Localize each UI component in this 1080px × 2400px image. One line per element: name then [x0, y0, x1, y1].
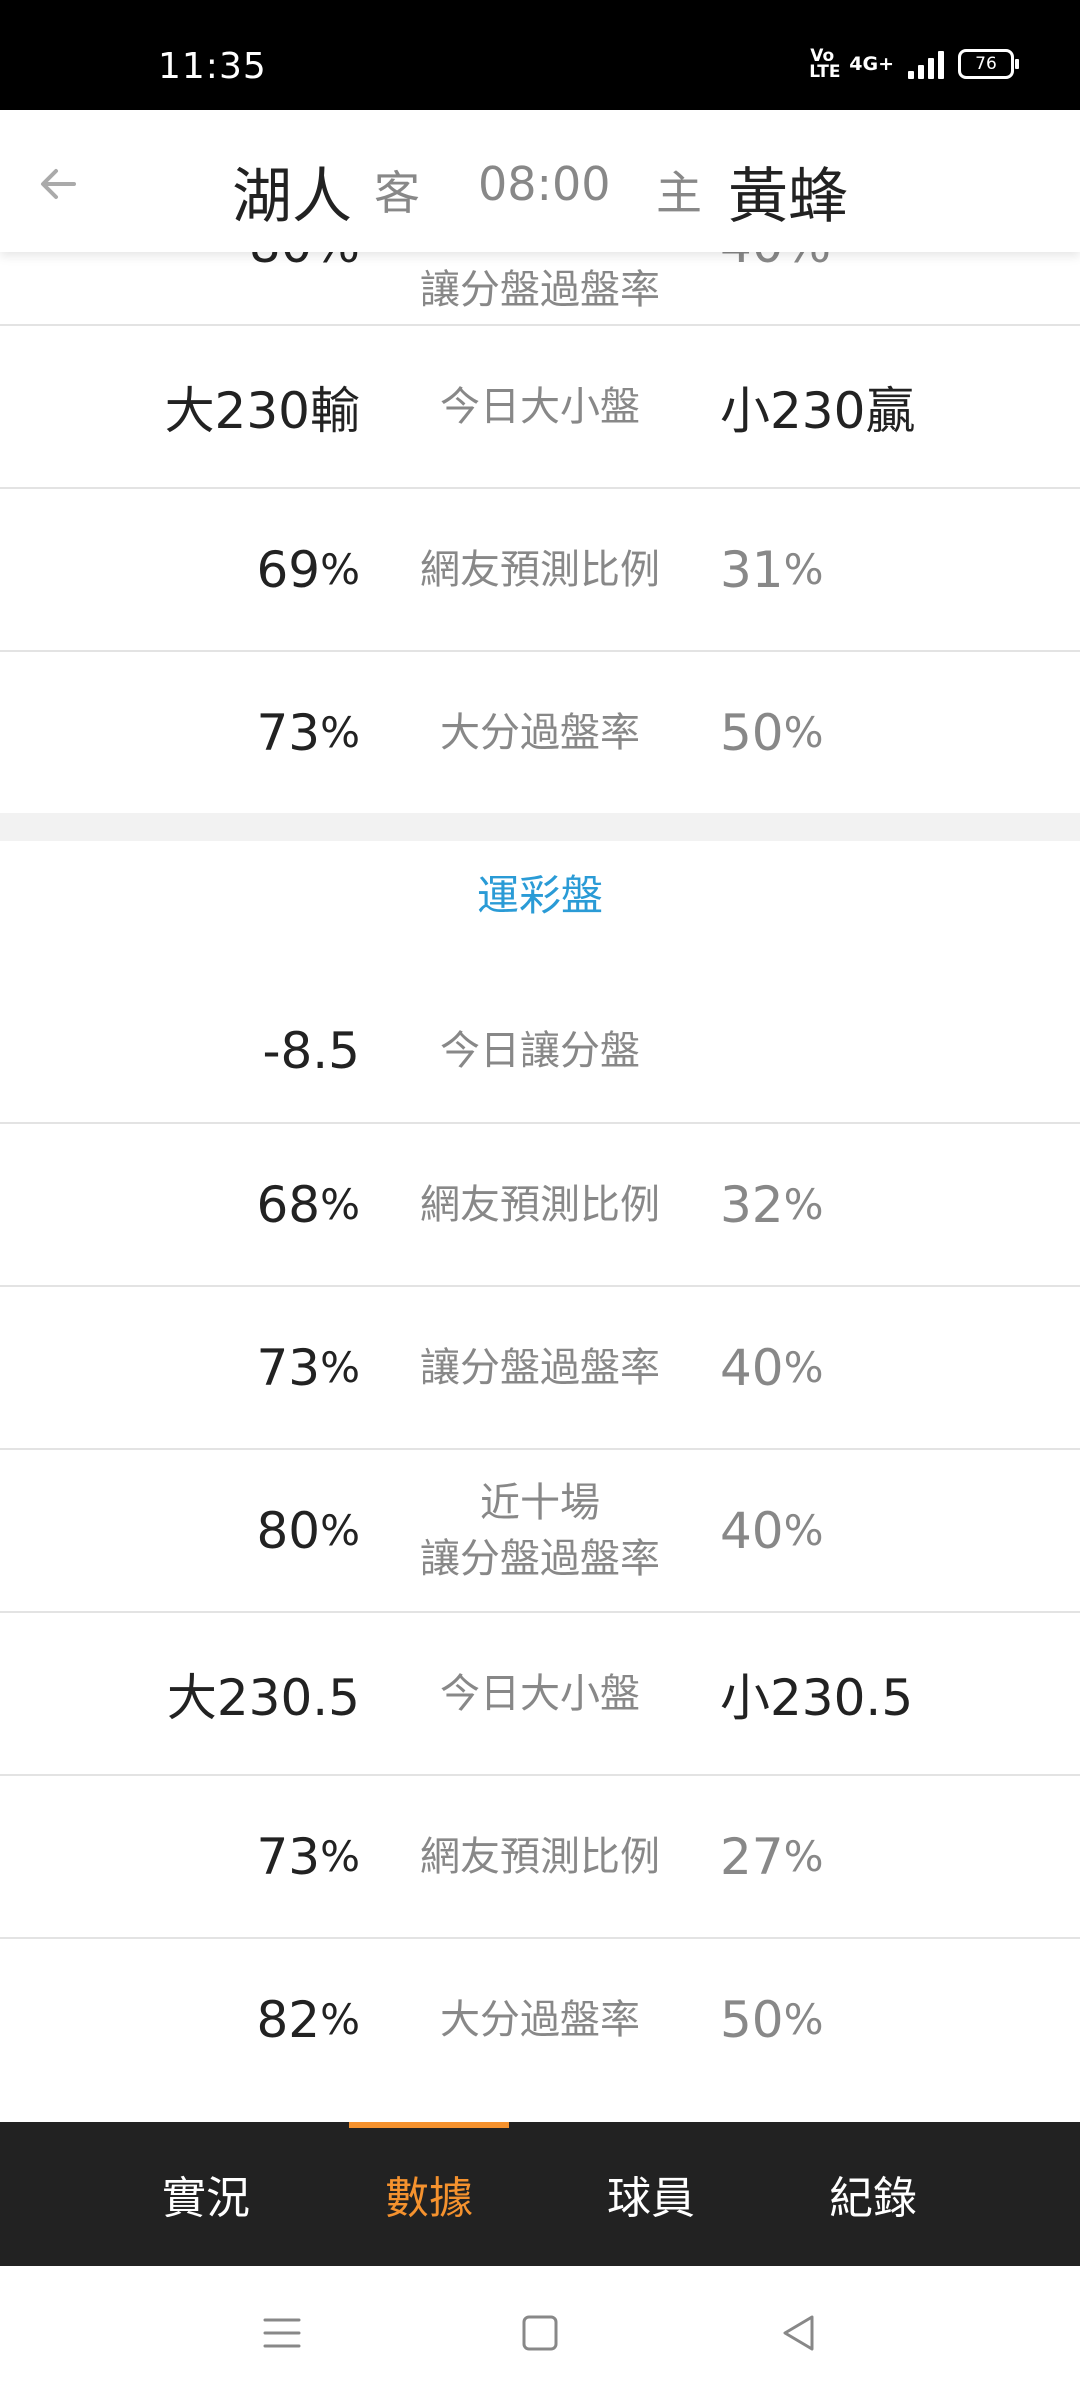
status-bar: 11:35 Vo LTE 4G+ 76: [0, 0, 1080, 110]
stat-label: 近十場 讓分盤過盤率: [380, 1450, 700, 1611]
away-value: 68%: [256, 1175, 360, 1234]
stat-label: 網友預測比例: [420, 546, 660, 593]
away-value: 73%: [256, 703, 360, 762]
home-value: 50%: [720, 703, 824, 762]
stat-label: 大分過盤率: [440, 1996, 640, 2043]
stat-label: 網友預測比例: [420, 1181, 660, 1228]
home-value: 40%: [720, 1338, 824, 1397]
away-value: 大230.5: [166, 1668, 360, 1727]
stat-row-prediction: 68% 網友預測比例 32%: [0, 1124, 1080, 1287]
stat-label: 大分過盤率: [440, 709, 640, 756]
system-nav-bar: [0, 2266, 1080, 2400]
home-value: 32%: [720, 1175, 824, 1234]
stat-row-prediction: 69% 網友預測比例 31%: [0, 489, 1080, 652]
away-value: 69%: [256, 540, 360, 599]
stat-label: 網友預測比例: [420, 1833, 660, 1880]
away-value: -8.5: [262, 1021, 360, 1080]
tab-data[interactable]: 數據: [319, 2122, 539, 2266]
stat-label: 今日大小盤: [440, 1670, 640, 1717]
away-value: 82%: [256, 1990, 360, 2049]
tab-records[interactable]: 紀錄: [763, 2122, 983, 2266]
stat-label: 讓分盤過盤率: [420, 1344, 660, 1391]
away-value: 73%: [256, 1338, 360, 1397]
home-value: 40%: [720, 1501, 824, 1560]
away-value: 73%: [256, 1827, 360, 1886]
menu-icon[interactable]: [259, 2310, 305, 2356]
signal-icon: [908, 49, 944, 79]
stat-row-total-line: 大230.5 今日大小盤 小230.5: [0, 1613, 1080, 1776]
stat-row-total-line: 大230輸 今日大小盤 小230贏: [0, 326, 1080, 489]
away-value: 80%: [256, 1501, 360, 1560]
stat-label: 今日大小盤: [440, 383, 640, 430]
stat-row-last-ten-spread-rate: 80% 近十場 讓分盤過盤率 40%: [0, 1450, 1080, 1613]
stat-row-spread: -8.5 今日讓分盤: [0, 943, 1080, 1124]
section-title: 運彩盤: [476, 870, 603, 920]
stats-content: 80% 讓分盤過盤率 40% 大230輸 今日大小盤 小230贏 69% 網友預…: [0, 180, 1080, 2100]
away-tag: 客: [374, 166, 420, 220]
home-square-icon[interactable]: [517, 2310, 563, 2356]
home-team-name: 黃蜂: [728, 162, 848, 232]
match-time: 08:00: [478, 157, 611, 211]
back-triangle-icon[interactable]: [776, 2310, 822, 2356]
away-team-name: 湖人: [232, 162, 352, 232]
back-arrow-icon[interactable]: [34, 160, 82, 208]
stat-row-prediction: 73% 網友預測比例 27%: [0, 1776, 1080, 1939]
stat-label: 讓分盤過盤率: [420, 267, 660, 313]
home-value: 小230贏: [720, 381, 916, 440]
tab-players[interactable]: 球員: [541, 2122, 761, 2266]
home-tag: 主: [656, 166, 702, 220]
stat-label: 今日讓分盤: [440, 1027, 640, 1074]
home-value: 31%: [720, 540, 824, 599]
stat-label-line2: 讓分盤過盤率: [420, 1535, 660, 1582]
stat-label-line1: 近十場: [480, 1479, 600, 1526]
battery-icon: 76: [958, 49, 1019, 79]
home-value: 27%: [720, 1827, 824, 1886]
home-value: 小230.5: [720, 1668, 914, 1727]
stat-row-over-rate: 82% 大分過盤率 50%: [0, 1939, 1080, 2100]
tab-bar: 實況 數據 球員 紀錄: [0, 2122, 1080, 2266]
network-type: 4G+: [849, 53, 894, 75]
home-value: 50%: [720, 1990, 824, 2049]
stat-row-over-rate: 73% 大分過盤率 50%: [0, 652, 1080, 813]
volte-icon: Vo LTE: [809, 46, 841, 82]
away-value: 大230輸: [164, 381, 360, 440]
stat-row-spread-rate: 73% 讓分盤過盤率 40%: [0, 1287, 1080, 1450]
section-divider: [0, 813, 1080, 841]
tab-live[interactable]: 實況: [96, 2122, 316, 2266]
status-icons: Vo LTE 4G+ 76: [809, 46, 1019, 82]
status-time: 11:35: [158, 46, 267, 87]
match-header: 湖人 客 08:00 主 黃蜂: [0, 110, 1080, 252]
